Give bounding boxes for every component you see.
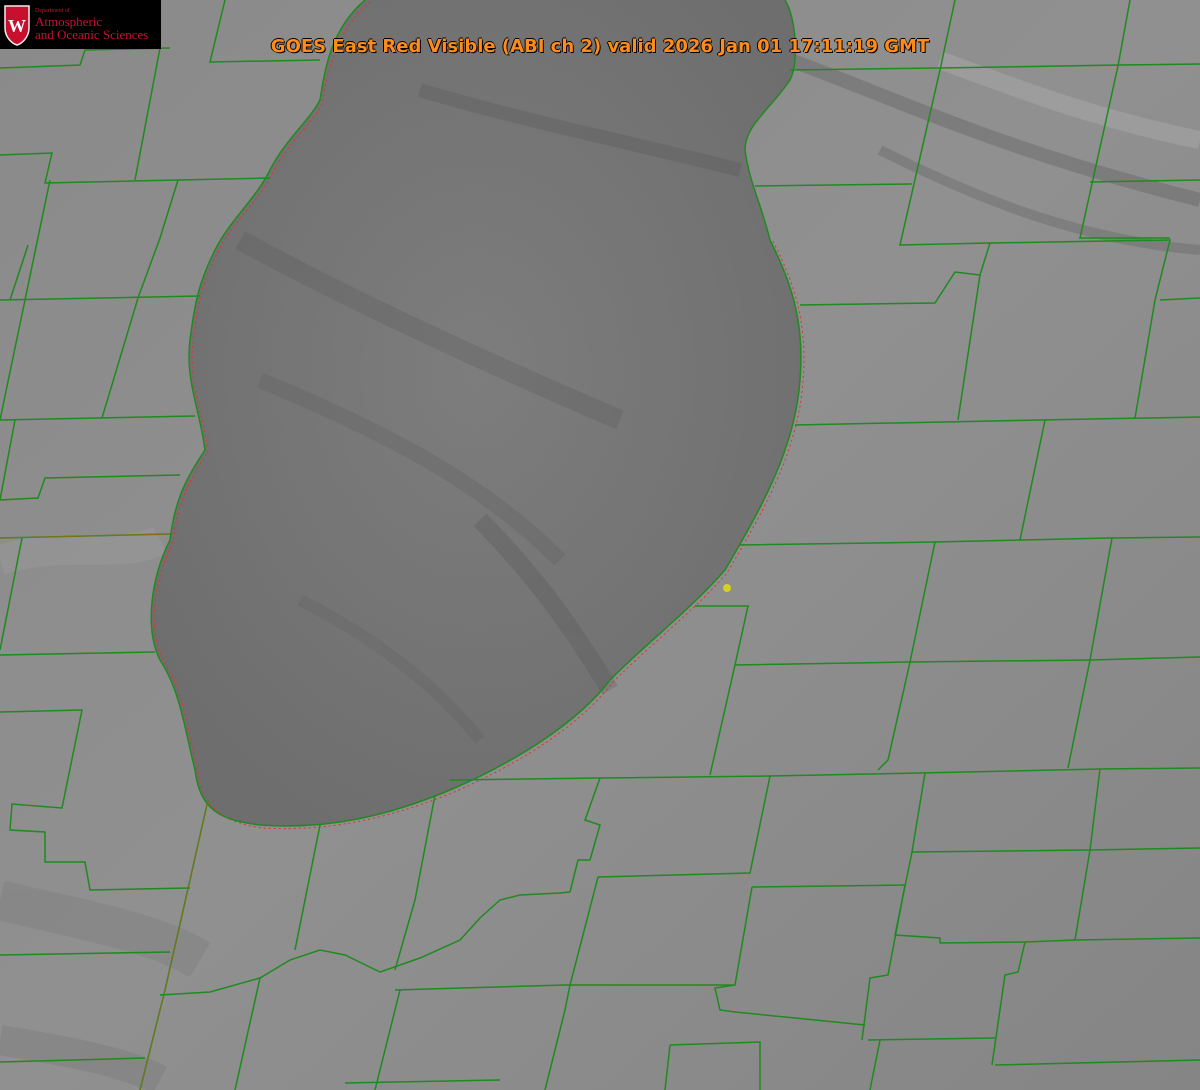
location-dot-icon xyxy=(723,584,731,592)
image-title: GOES East Red Visible (ABI ch 2) valid 2… xyxy=(270,36,930,57)
satellite-map xyxy=(0,0,1200,1090)
svg-text:W: W xyxy=(8,16,26,36)
